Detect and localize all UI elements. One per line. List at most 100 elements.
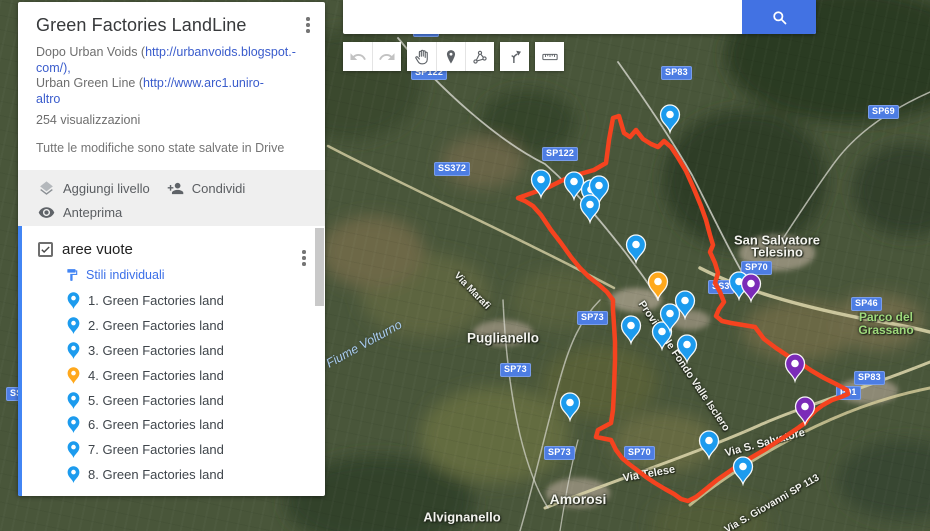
- road-badge: SP73: [544, 446, 575, 460]
- map-label: Parco del: [859, 310, 913, 324]
- map-label: Fiume Volturno: [324, 317, 405, 370]
- map-label: Via Marafi: [452, 270, 493, 311]
- layer-items-list: 1. Green Factories land 2. Green Factorie…: [22, 288, 325, 487]
- blue-pin-icon: [66, 341, 81, 360]
- individual-styles-link[interactable]: Stili individuali: [65, 268, 325, 282]
- measure-button[interactable]: [535, 42, 564, 71]
- road-badge: SS372: [434, 162, 470, 176]
- map-label: Via S. Salvatore: [724, 427, 807, 460]
- add-marker-button[interactable]: [436, 42, 465, 71]
- more-link[interactable]: altro: [36, 92, 60, 106]
- list-item[interactable]: 3. Green Factories land: [22, 338, 325, 363]
- road-badge: SS3: [708, 280, 734, 294]
- layer-menu-button[interactable]: [295, 248, 313, 268]
- redo-button[interactable]: [372, 42, 401, 71]
- map-info-header: Green Factories LandLine Dopo Urban Void…: [18, 2, 325, 170]
- layer-header[interactable]: aree vuote: [22, 238, 325, 260]
- marker-icon: [442, 48, 460, 66]
- road-badge: SP122: [542, 147, 578, 161]
- page-title: Green Factories LandLine: [36, 15, 311, 36]
- map-label: Provinciale Fondo Valle Isclero: [636, 299, 732, 434]
- map-label: Grassano: [858, 323, 913, 337]
- list-item[interactable]: 8. Green Factories land: [22, 462, 325, 487]
- road-badge: SP46: [851, 297, 882, 311]
- list-item-label: 1. Green Factories land: [88, 293, 224, 308]
- list-item[interactable]: 7. Green Factories land: [22, 437, 325, 462]
- list-item-label: 6. Green Factories land: [88, 417, 224, 432]
- list-item[interactable]: 1. Green Factories land: [22, 288, 325, 313]
- list-item-label: 3. Green Factories land: [88, 343, 224, 358]
- directions-icon: [506, 48, 524, 66]
- blue-pin-icon: [66, 391, 81, 410]
- orange-pin-icon: [66, 366, 81, 385]
- blue-pin-icon: [66, 465, 81, 484]
- road-badge: SP70: [741, 261, 772, 275]
- undo-button[interactable]: [343, 42, 372, 71]
- actions-bar: Aggiungi livello Condividi Anteprima: [18, 170, 325, 226]
- share-button[interactable]: Condividi: [167, 180, 245, 197]
- description-link-1[interactable]: http://urbanvoids.blogspot.-: [145, 45, 296, 59]
- search-button[interactable]: [742, 0, 816, 34]
- my-maps-app: SP122SP83SP69SP122SS372SP70SS3SP46SP73SP…: [0, 0, 930, 531]
- list-item-label: 7. Green Factories land: [88, 442, 224, 457]
- map-label: Alvignanello: [423, 510, 500, 525]
- search-bar: [343, 0, 816, 34]
- layer-checkbox[interactable]: [38, 242, 53, 257]
- check-icon: [40, 243, 51, 256]
- road-badge: SP69: [868, 105, 899, 119]
- list-item-label: 5. Green Factories land: [88, 393, 224, 408]
- description-link-2[interactable]: com/),: [36, 61, 71, 75]
- add-layer-label: Aggiungi livello: [63, 181, 150, 196]
- description-text: Dopo Urban Voids (: [36, 45, 145, 59]
- description-link-3[interactable]: http://www.arc1.uniro-: [143, 76, 264, 90]
- eye-icon: [38, 204, 55, 221]
- preview-label: Anteprima: [63, 205, 122, 220]
- list-item[interactable]: 2. Green Factories land: [22, 313, 325, 338]
- saved-status: Tutte le modifiche sono state salvate in…: [36, 141, 311, 155]
- blue-pin-icon: [66, 415, 81, 434]
- paint-roller-icon: [65, 268, 79, 282]
- blue-pin-icon: [66, 440, 81, 459]
- map-label: Via S. Giovanni SP 113: [723, 472, 822, 531]
- blue-pin-icon: [66, 316, 81, 335]
- ruler-icon: [541, 48, 559, 66]
- list-item[interactable]: 6. Green Factories land: [22, 412, 325, 437]
- layer-name: aree vuote: [62, 241, 133, 258]
- polyline-icon: [471, 48, 489, 66]
- pan-tool-button[interactable]: [407, 42, 436, 71]
- sidebar-panel: Green Factories LandLine Dopo Urban Void…: [18, 2, 325, 496]
- road-badge: SP73: [577, 311, 608, 325]
- draw-line-button[interactable]: [465, 42, 494, 71]
- share-label: Condividi: [192, 181, 245, 196]
- layer-card: aree vuote Stili individuali 1. Green Fa…: [18, 226, 325, 496]
- list-item-label: 8. Green Factories land: [88, 467, 224, 482]
- road-badge: SP73: [500, 363, 531, 377]
- blue-pin-icon: [66, 291, 81, 310]
- search-input[interactable]: [343, 0, 742, 34]
- map-label: Puglianello: [467, 331, 539, 346]
- add-directions-button[interactable]: [500, 42, 529, 71]
- map-label: Telesino: [751, 245, 803, 260]
- map-label: Via Telese: [622, 464, 676, 485]
- list-item-label: 2. Green Factories land: [88, 318, 224, 333]
- search-icon: [770, 8, 789, 27]
- road-badge: SP70: [624, 446, 655, 460]
- list-item[interactable]: 5. Green Factories land: [22, 388, 325, 413]
- redo-icon: [378, 48, 396, 66]
- views-count: 254 visualizzazioni: [36, 113, 311, 127]
- preview-button[interactable]: Anteprima: [38, 204, 122, 221]
- add-layer-button[interactable]: Aggiungi livello: [38, 180, 150, 197]
- map-menu-button[interactable]: [299, 15, 317, 35]
- road-badge: SP83: [854, 371, 885, 385]
- map-label: Amorosi: [550, 491, 607, 507]
- undo-icon: [349, 48, 367, 66]
- map-description: Dopo Urban Voids (http://urbanvoids.blog…: [36, 45, 311, 107]
- map-toolbar: [343, 42, 564, 71]
- layers-icon: [38, 180, 55, 197]
- list-item[interactable]: 4. Green Factories land: [22, 363, 325, 388]
- list-item-label: 4. Green Factories land: [88, 368, 224, 383]
- road-badge: SP83: [661, 66, 692, 80]
- description-text: Urban Green Line (: [36, 76, 143, 90]
- sidebar-scrollbar[interactable]: [315, 228, 324, 306]
- individual-styles-label: Stili individuali: [86, 268, 165, 282]
